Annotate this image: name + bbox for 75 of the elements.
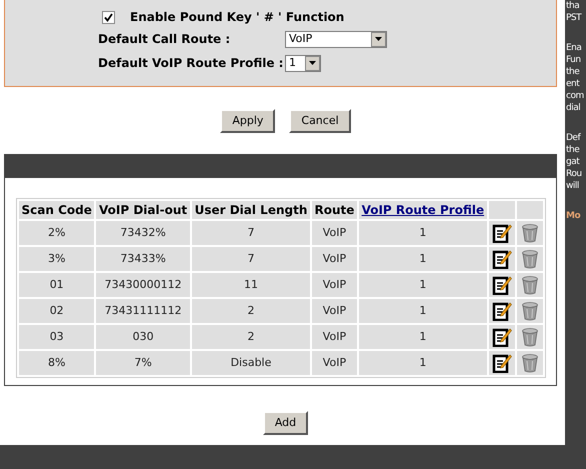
help-text-fragment: ent	[566, 78, 580, 90]
table-cell: 030	[96, 325, 190, 349]
edit-icon[interactable]	[492, 327, 512, 347]
help-text-fragment: Ena	[566, 42, 582, 54]
table-cell: 3%	[19, 247, 94, 271]
edit-icon[interactable]	[492, 223, 512, 243]
trash-icon[interactable]	[521, 223, 539, 243]
dropdown-field[interactable]: 1	[285, 54, 321, 72]
help-text-fragment: Def	[566, 132, 582, 144]
table-cell: 7	[192, 221, 310, 245]
table-cell: 2	[192, 299, 310, 323]
trash-icon[interactable]	[521, 327, 539, 347]
trash-icon[interactable]	[521, 249, 539, 269]
table-cell: 02	[19, 299, 94, 323]
cancel-button[interactable]: Cancel	[289, 109, 351, 133]
column-header: VoIP Dial-out	[96, 201, 190, 219]
help-text-fragment: PST	[566, 12, 583, 24]
table-cell: 1	[358, 221, 487, 245]
edit-icon[interactable]	[492, 301, 512, 321]
table-cell: 73430000112	[96, 273, 190, 297]
column-header: Scan Code	[19, 201, 94, 219]
column-header: User Dial Length	[192, 201, 310, 219]
table-cell: 8%	[19, 351, 94, 375]
table-cell: VoIP	[312, 247, 357, 271]
table-cell: VoIP	[312, 299, 357, 323]
table-cell: 01	[19, 273, 94, 297]
trash-icon[interactable]	[521, 301, 539, 321]
column-header: Route	[312, 201, 357, 219]
help-text-fragment: the	[566, 66, 580, 78]
trash-icon[interactable]	[521, 275, 539, 295]
table-cell: 03	[19, 325, 94, 349]
checkbox[interactable]	[102, 10, 115, 24]
help-text-fragment: will	[566, 180, 580, 192]
trash-icon[interactable]	[521, 353, 539, 373]
edit-icon[interactable]	[492, 275, 512, 295]
table-cell: VoIP	[312, 273, 357, 297]
field-label: Default VoIP Route Profile :	[98, 55, 284, 72]
help-text-fragment: com	[566, 90, 585, 102]
table-cell: 7%	[96, 351, 190, 375]
table-cell: VoIP	[312, 351, 357, 375]
table-cell: 1	[358, 351, 487, 375]
checkbox-label: Enable Pound Key ' # ' Function	[130, 9, 344, 26]
help-text-fragment: dial	[566, 102, 582, 114]
column-header[interactable]: VoIP Route Profile	[358, 201, 487, 219]
field-label: Default Call Route :	[98, 31, 232, 48]
table-cell: 1	[358, 273, 487, 297]
help-text-fragment: Fun	[566, 54, 582, 66]
table-cell: 1	[358, 247, 487, 271]
dropdown-field[interactable]: VoIP	[285, 30, 387, 48]
table-cell: 73432%	[96, 221, 190, 245]
table-cell: 73433%	[96, 247, 190, 271]
dropdown-arrow-icon	[375, 37, 382, 41]
table-cell: 2	[192, 325, 310, 349]
column-header	[517, 201, 543, 219]
table-cell: 1	[358, 325, 487, 349]
add-button[interactable]: Add	[262, 411, 308, 435]
table-cell: VoIP	[312, 221, 357, 245]
table-cell: 11	[192, 273, 310, 297]
help-text-fragment: tha	[566, 0, 580, 12]
table-cell: 73431111112	[96, 299, 190, 323]
edit-icon[interactable]	[492, 353, 512, 373]
help-text-fragment: the	[566, 144, 580, 156]
apply-button[interactable]: Apply	[220, 109, 276, 133]
checkmark-icon	[104, 12, 113, 22]
help-text-fragment: gat	[566, 156, 580, 168]
table-cell: VoIP	[312, 325, 357, 349]
more-link[interactable]: Mo	[566, 210, 586, 222]
column-header	[489, 201, 515, 219]
help-text-fragment: Rou	[566, 168, 583, 180]
table-cell: 7	[192, 247, 310, 271]
dropdown-arrow-icon	[309, 61, 316, 65]
edit-icon[interactable]	[492, 249, 512, 269]
table-cell: Disable	[192, 351, 310, 375]
table-cell: 1	[358, 299, 487, 323]
table-cell: 2%	[19, 221, 94, 245]
